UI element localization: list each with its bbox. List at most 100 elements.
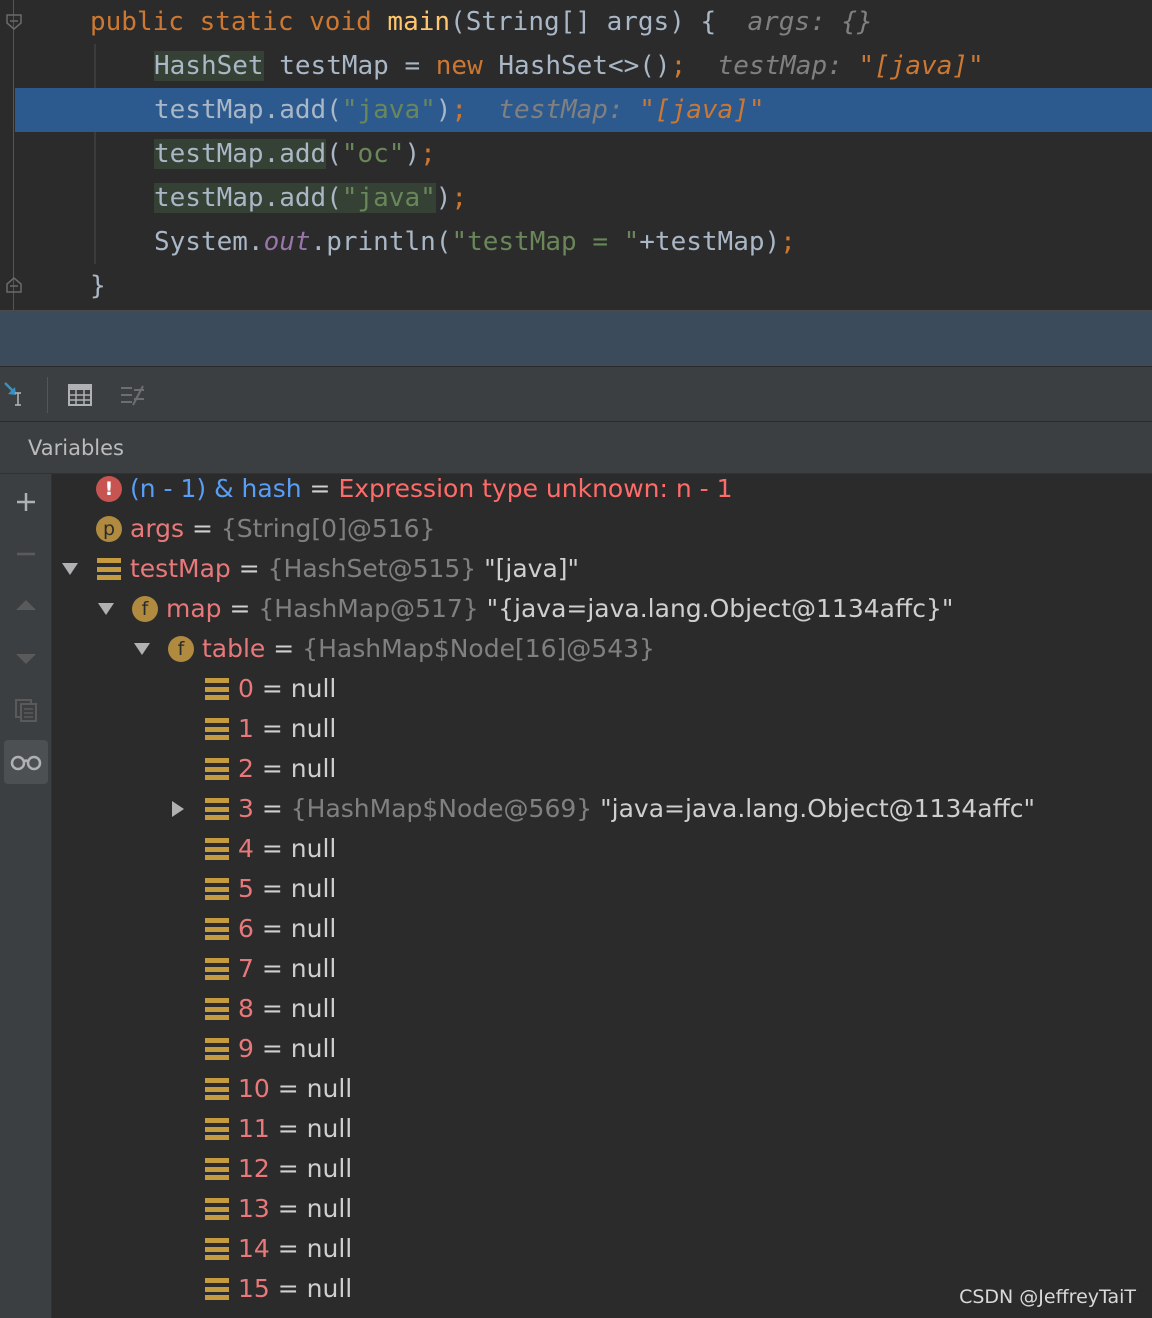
equals-sign: =: [253, 1034, 291, 1063]
variable-row[interactable]: testMap = {HashSet@515} "[java]": [52, 549, 1152, 589]
variables-tree[interactable]: ! (n - 1) & hash = Expression type unknow…: [52, 474, 1152, 1318]
variable-name: 6: [238, 914, 254, 943]
expanded-arrow-icon[interactable]: [132, 629, 152, 669]
field-list-icon: [204, 1276, 230, 1302]
code-editor[interactable]: public static void main(String[] args) {…: [0, 0, 1152, 310]
code-token: .println(: [310, 227, 452, 257]
variable-row[interactable]: 6 = null: [52, 909, 1152, 949]
code-token: (: [326, 183, 342, 213]
variable-name: 12: [238, 1154, 270, 1183]
variable-row[interactable]: 4 = null: [52, 829, 1152, 869]
equals-sign: =: [269, 1154, 307, 1183]
equals-sign: =: [269, 1114, 307, 1143]
code-token: +testMap): [639, 227, 781, 257]
variable-row[interactable]: 0 = null: [52, 669, 1152, 709]
code-line[interactable]: testMap.add("oc");: [0, 132, 1152, 176]
variable-value: null: [306, 1194, 353, 1223]
error-message: Expression type unknown: n - 1: [338, 474, 733, 503]
field-list-icon: [204, 1156, 230, 1182]
move-down-icon[interactable]: [4, 636, 48, 680]
code-token: HashSet<>(): [498, 51, 671, 81]
code-line[interactable]: }: [0, 264, 1152, 308]
code-token: ): [404, 139, 421, 169]
variable-row[interactable]: 5 = null: [52, 869, 1152, 909]
expanded-arrow-icon[interactable]: [96, 589, 116, 629]
variable-value: null: [306, 1114, 353, 1143]
equals-sign: =: [253, 914, 291, 943]
code-token: testMap.add(: [154, 95, 342, 125]
duplicate-icon[interactable]: [4, 688, 48, 732]
debug-toolbar: [0, 366, 1152, 422]
watches-glasses-icon[interactable]: [4, 740, 48, 784]
variable-name: 1: [238, 714, 254, 743]
field-list-icon: [96, 556, 122, 582]
variable-row[interactable]: 2 = null: [52, 749, 1152, 789]
variable-text: 1 = null: [238, 709, 336, 749]
variable-name: testMap: [130, 554, 231, 583]
variable-row[interactable]: p args = {String[0]@516}: [52, 509, 1152, 549]
variable-row[interactable]: 3 = {HashMap$Node@569} "java=java.lang.O…: [52, 789, 1152, 829]
variable-row[interactable]: 14 = null: [52, 1229, 1152, 1269]
variable-text: 14 = null: [238, 1229, 352, 1269]
current-execution-line[interactable]: testMap.add("java"); testMap: "[java]": [15, 88, 1152, 132]
field-icon: f: [168, 636, 194, 662]
variable-name: args: [130, 514, 185, 543]
variable-row[interactable]: ! (n - 1) & hash = Expression type unknow…: [52, 474, 1152, 509]
variable-row[interactable]: 8 = null: [52, 989, 1152, 1029]
variable-row[interactable]: 13 = null: [52, 1189, 1152, 1229]
remove-watch-icon[interactable]: [4, 532, 48, 576]
variable-text: 9 = null: [238, 1029, 336, 1069]
variable-value: null: [290, 714, 337, 743]
variable-text: 8 = null: [238, 989, 336, 1029]
inline-value-hint: testMap:: [701, 51, 859, 81]
equals-sign: =: [253, 834, 291, 863]
code-token: ;: [451, 183, 468, 213]
code-token: out: [263, 227, 311, 257]
variable-row[interactable]: f map = {HashMap@517} "{java=java.lang.Ob…: [52, 589, 1152, 629]
field-list-icon: [204, 1116, 230, 1142]
variable-value: null: [306, 1274, 353, 1303]
variable-row[interactable]: f table = {HashMap$Node[16]@543}: [52, 629, 1152, 669]
code-token: System.: [154, 227, 264, 257]
variable-value: "java=java.lang.Object@1134affc": [592, 794, 1036, 823]
variable-value: null: [290, 834, 337, 863]
variable-value: null: [290, 1034, 337, 1063]
mute-breakpoints-icon[interactable]: [116, 379, 148, 411]
code-line[interactable]: System.out.println("testMap = "+testMap)…: [0, 220, 1152, 264]
code-token: (: [326, 139, 342, 169]
code-token: (String[] args) {: [450, 7, 748, 37]
expanded-arrow-icon[interactable]: [60, 549, 80, 589]
variable-row[interactable]: 9 = null: [52, 1029, 1152, 1069]
inline-value-hint: args: {}: [747, 7, 873, 37]
equals-sign: =: [184, 514, 221, 543]
variable-text: 5 = null: [238, 869, 336, 909]
show-execution-point-icon[interactable]: [0, 379, 32, 411]
field-icon: f: [132, 596, 158, 622]
toolbar-separator: [47, 377, 48, 413]
object-reference: {HashMap$Node@569}: [290, 794, 593, 823]
move-up-icon[interactable]: [4, 584, 48, 628]
variable-row[interactable]: 1 = null: [52, 709, 1152, 749]
code-line[interactable]: public static void main(String[] args) {…: [0, 0, 1152, 44]
variable-value: "{java=java.lang.Object@1134affc}": [478, 594, 954, 623]
equals-sign: =: [269, 1194, 307, 1223]
equals-sign: =: [221, 594, 259, 623]
code-line[interactable]: HashSet testMap = new HashSet<>(); testM…: [0, 44, 1152, 88]
variable-value: null: [290, 754, 337, 783]
variable-row[interactable]: 11 = null: [52, 1109, 1152, 1149]
variable-text: args = {String[0]@516}: [130, 509, 435, 549]
variable-value: null: [290, 954, 337, 983]
table-view-icon[interactable]: [64, 379, 96, 411]
variable-name: 15: [238, 1274, 270, 1303]
variable-text: testMap = {HashSet@515} "[java]": [130, 549, 579, 589]
variable-row[interactable]: 12 = null: [52, 1149, 1152, 1189]
variable-value: null: [306, 1154, 353, 1183]
code-token: ;: [780, 227, 796, 257]
variable-value: null: [306, 1074, 353, 1103]
variable-row[interactable]: 10 = null: [52, 1069, 1152, 1109]
code-line[interactable]: testMap.add("java");: [0, 176, 1152, 220]
collapsed-arrow-icon[interactable]: [168, 789, 188, 829]
variable-row[interactable]: 7 = null: [52, 949, 1152, 989]
add-watch-icon[interactable]: [4, 480, 48, 524]
